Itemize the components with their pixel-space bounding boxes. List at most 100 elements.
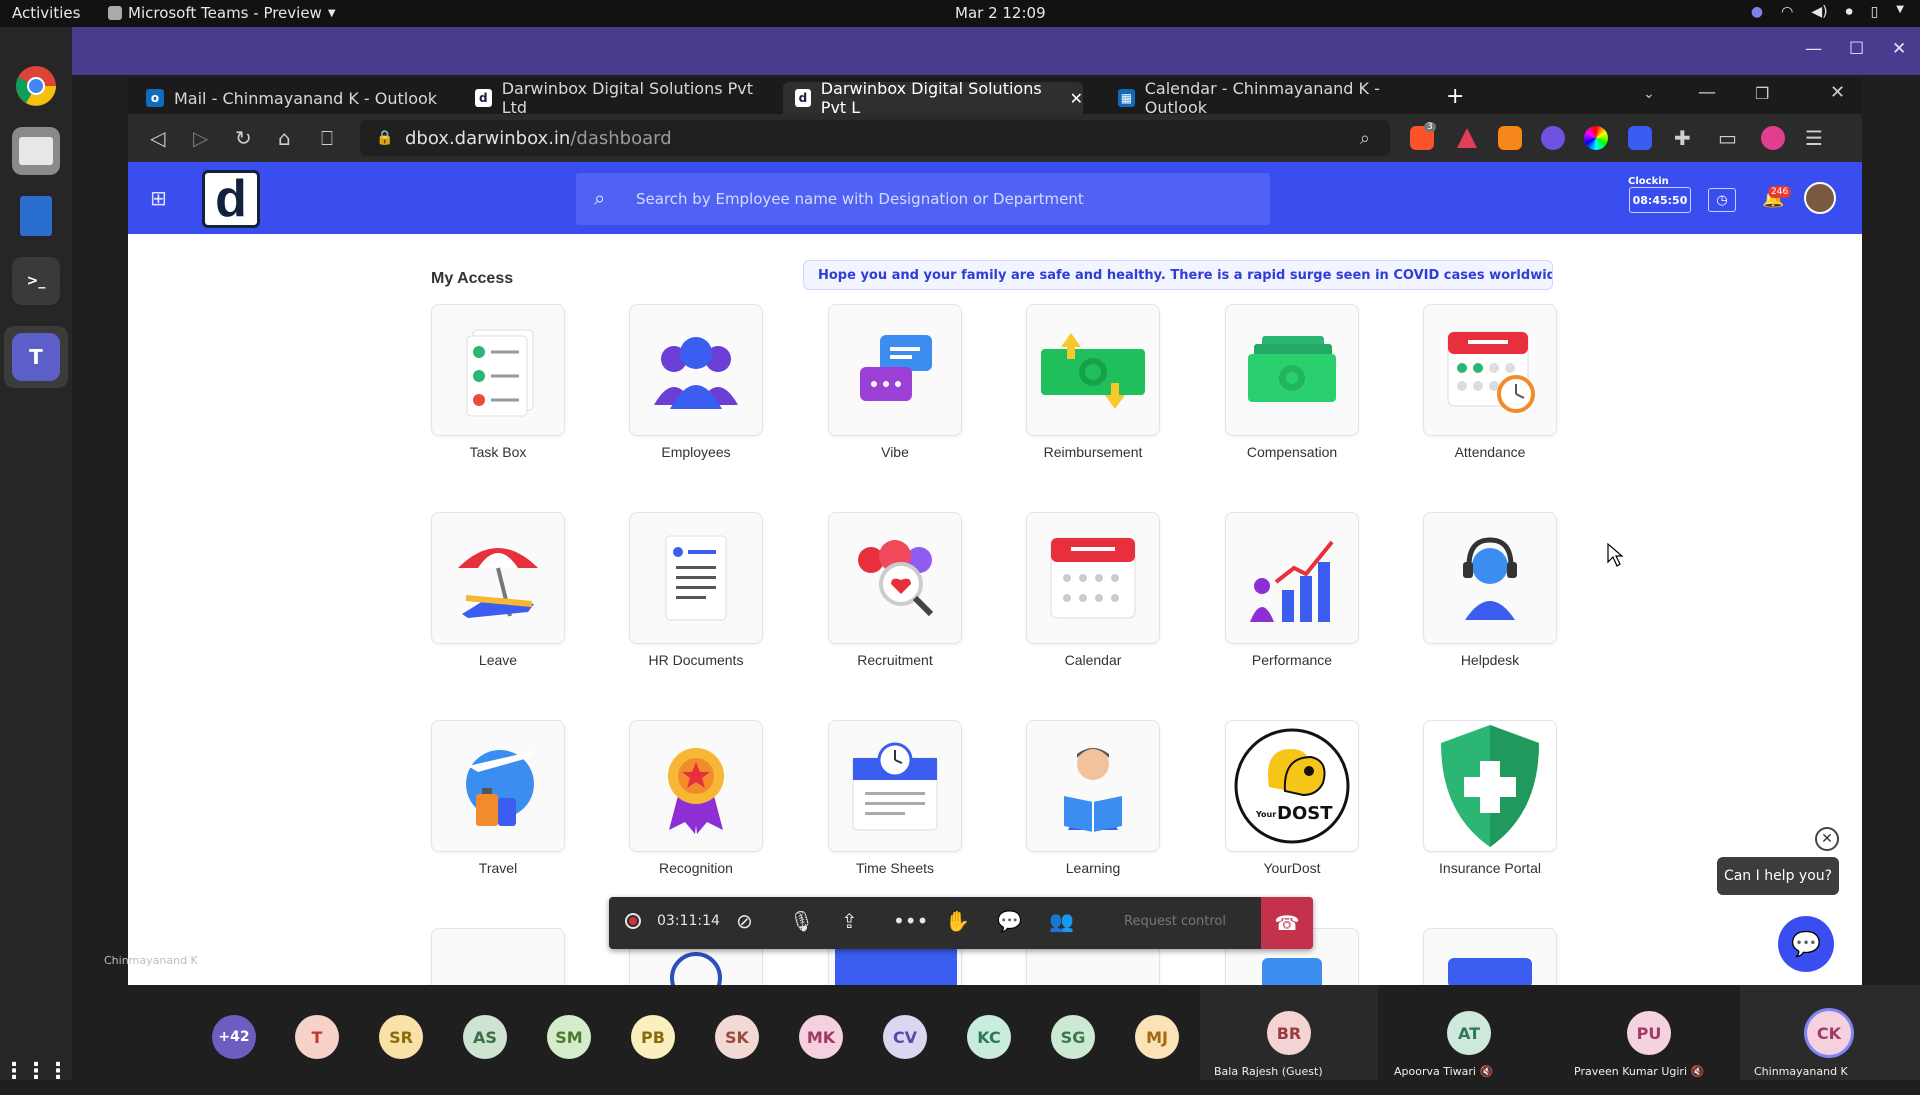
new-tab-icon[interactable]: + xyxy=(1446,84,1464,109)
clock-icon[interactable]: ◷ xyxy=(1708,188,1736,212)
tab-calendar-outlook[interactable]: ▦ Calendar - Chinmayanand K - Outlook xyxy=(1106,79,1426,117)
darwinbox-logo[interactable]: d xyxy=(202,170,260,228)
color-picker-icon[interactable] xyxy=(1584,126,1608,150)
reload-icon[interactable]: ↻ xyxy=(235,126,252,150)
url-field[interactable]: 🔒 dbox.darwinbox.in/dashboard ⌕ xyxy=(360,120,1390,156)
minimize-icon[interactable]: — xyxy=(1698,82,1716,103)
tile-learning[interactable]: Learning xyxy=(1026,720,1160,876)
hang-up-button[interactable]: ☎ xyxy=(1261,897,1313,949)
tile-calendar[interactable]: Calendar xyxy=(1026,512,1160,668)
app-menu[interactable]: Microsoft Teams - Preview ▼ xyxy=(108,4,336,22)
home-icon[interactable]: ⌂ xyxy=(278,126,291,150)
more-options-icon[interactable]: ••• xyxy=(893,909,928,933)
brave-shields-icon[interactable]: 3 xyxy=(1410,122,1436,150)
participant-avatar[interactable]: KC xyxy=(967,1015,1011,1059)
apps-grid-icon[interactable]: ⊞ xyxy=(150,186,167,210)
participant-avatar[interactable]: BR xyxy=(1267,1011,1311,1055)
clockin-label: Clockin xyxy=(1628,176,1669,187)
darwinbox-icon: d xyxy=(475,89,492,107)
close-icon[interactable]: ✕ xyxy=(1892,39,1906,59)
chat-help-bubble[interactable]: Can I help you? xyxy=(1717,857,1839,895)
app-grid-icon[interactable]: ⋮⋮⋮ xyxy=(3,1047,69,1095)
tile-yourdost[interactable]: Your DOST YourDost xyxy=(1225,720,1359,876)
tile-recognition[interactable]: Recognition xyxy=(629,720,763,876)
terminal-icon[interactable]: >_ xyxy=(12,257,60,305)
participant-avatar[interactable]: SM xyxy=(547,1015,591,1059)
participant-avatar[interactable]: MJ xyxy=(1135,1015,1179,1059)
chrome-icon[interactable] xyxy=(12,62,60,110)
participant-avatar[interactable]: T xyxy=(295,1015,339,1059)
metamask-icon[interactable] xyxy=(1498,126,1522,150)
wallet-icon[interactable]: ▭ xyxy=(1718,126,1737,150)
tab-darwinbox-1[interactable]: d Darwinbox Digital Solutions Pvt Ltd xyxy=(463,79,763,117)
share-screen-icon[interactable]: ⇪ xyxy=(841,909,858,933)
tile-vibe[interactable]: Vibe xyxy=(828,304,962,460)
tile-attendance[interactable]: Attendance xyxy=(1423,304,1557,460)
participant-avatar[interactable]: CV xyxy=(883,1015,927,1059)
zoom-icon[interactable]: ⌕ xyxy=(1360,128,1370,149)
participant-avatar[interactable]: AT xyxy=(1447,1011,1491,1055)
teams-icon[interactable]: T xyxy=(12,333,60,381)
teams-tray-icon[interactable]: ● xyxy=(1751,4,1763,20)
tab-mail-outlook[interactable]: o Mail - Chinmayanand K - Outlook xyxy=(134,82,454,114)
brave-rewards-icon[interactable] xyxy=(1455,126,1479,150)
user-avatar[interactable] xyxy=(1804,182,1836,214)
tab-darwinbox-active[interactable]: d Darwinbox Digital Solutions Pvt L ✕ xyxy=(783,79,1083,117)
participant-avatar[interactable]: SK xyxy=(715,1015,759,1059)
system-clock[interactable]: Mar 2 12:09 xyxy=(955,4,1046,22)
participant-avatar[interactable]: SG xyxy=(1051,1015,1095,1059)
mic-muted-icon[interactable]: 🎙 xyxy=(789,909,814,933)
tile-row4-6[interactable] xyxy=(1423,928,1557,985)
back-icon[interactable]: ◁ xyxy=(150,126,165,150)
more-participants-button[interactable]: +42 xyxy=(212,1015,256,1059)
tile-time-sheets[interactable]: Time Sheets xyxy=(828,720,962,876)
files-icon[interactable] xyxy=(12,127,60,175)
extensions-puzzle-icon[interactable]: ✚ xyxy=(1674,126,1691,150)
tab-list-icon[interactable]: ⌄ xyxy=(1643,86,1655,102)
tile-reimbursement[interactable]: Reimbursement xyxy=(1026,304,1160,460)
covid-announcement-banner[interactable]: Hope you and your family are safe and he… xyxy=(803,260,1553,290)
writer-icon[interactable] xyxy=(12,192,60,240)
participant-avatar[interactable]: AS xyxy=(463,1015,507,1059)
url-host: dbox.darwinbox.in xyxy=(405,127,571,149)
clockin-timer[interactable]: 08:45:50 xyxy=(1629,187,1691,213)
chat-icon[interactable]: 💬 xyxy=(997,909,1022,933)
maximize-icon[interactable]: ☐ xyxy=(1849,39,1864,59)
participant-avatar[interactable]: SR xyxy=(379,1015,423,1059)
extension-icon[interactable] xyxy=(1541,126,1565,150)
tile-hr-documents[interactable]: HR Documents xyxy=(629,512,763,668)
tile-performance[interactable]: Performance xyxy=(1225,512,1359,668)
participant-avatar[interactable]: CK xyxy=(1807,1011,1851,1055)
tile-travel[interactable]: Travel xyxy=(431,720,565,876)
darwinbox-header: ⊞ d ⌕ Search by Employee name with Desig… xyxy=(128,162,1862,234)
activities-button[interactable]: Activities xyxy=(12,4,80,22)
profile-avatar[interactable] xyxy=(1761,126,1785,150)
participants-icon[interactable]: 👥 xyxy=(1049,909,1074,933)
restore-icon[interactable]: ❐ xyxy=(1755,84,1769,103)
tile-insurance-portal[interactable]: Insurance Portal xyxy=(1423,720,1557,876)
raise-hand-icon[interactable]: ✋ xyxy=(945,909,970,933)
close-tab-icon[interactable]: ✕ xyxy=(1070,89,1083,108)
tile-leave[interactable]: Leave xyxy=(431,512,565,668)
close-icon[interactable]: ✕ xyxy=(1830,82,1845,103)
participant-avatar[interactable]: MK xyxy=(799,1015,843,1059)
request-control-button[interactable]: Request control xyxy=(1124,914,1226,929)
tile-helpdesk[interactable]: Helpdesk xyxy=(1423,512,1557,668)
pen-extension-icon[interactable] xyxy=(1628,126,1652,150)
participant-avatar[interactable]: PU xyxy=(1627,1011,1671,1055)
forward-icon[interactable]: ▷ xyxy=(193,126,208,150)
tile-task-box[interactable]: Task Box xyxy=(431,304,565,460)
menu-icon[interactable]: ☰ xyxy=(1805,126,1823,150)
camera-off-icon[interactable]: ⊘ xyxy=(736,909,753,933)
participant-avatar[interactable]: PB xyxy=(631,1015,675,1059)
minimize-icon[interactable]: — xyxy=(1805,39,1822,59)
chatbot-button[interactable]: 💬 xyxy=(1778,916,1834,972)
tile-employees[interactable]: Employees xyxy=(629,304,763,460)
employee-search-input[interactable]: ⌕ Search by Employee name with Designati… xyxy=(576,173,1270,225)
chat-close-icon[interactable]: ✕ xyxy=(1815,827,1839,851)
tile-compensation[interactable]: Compensation xyxy=(1225,304,1359,460)
tile-row4-1[interactable] xyxy=(431,928,565,985)
tile-recruitment[interactable]: Recruitment xyxy=(828,512,962,668)
bookmark-icon[interactable]: ⎕ xyxy=(321,126,333,150)
system-tray[interactable]: ● ◠ ◀) ⏺ ▯ ▼ xyxy=(1751,4,1904,20)
